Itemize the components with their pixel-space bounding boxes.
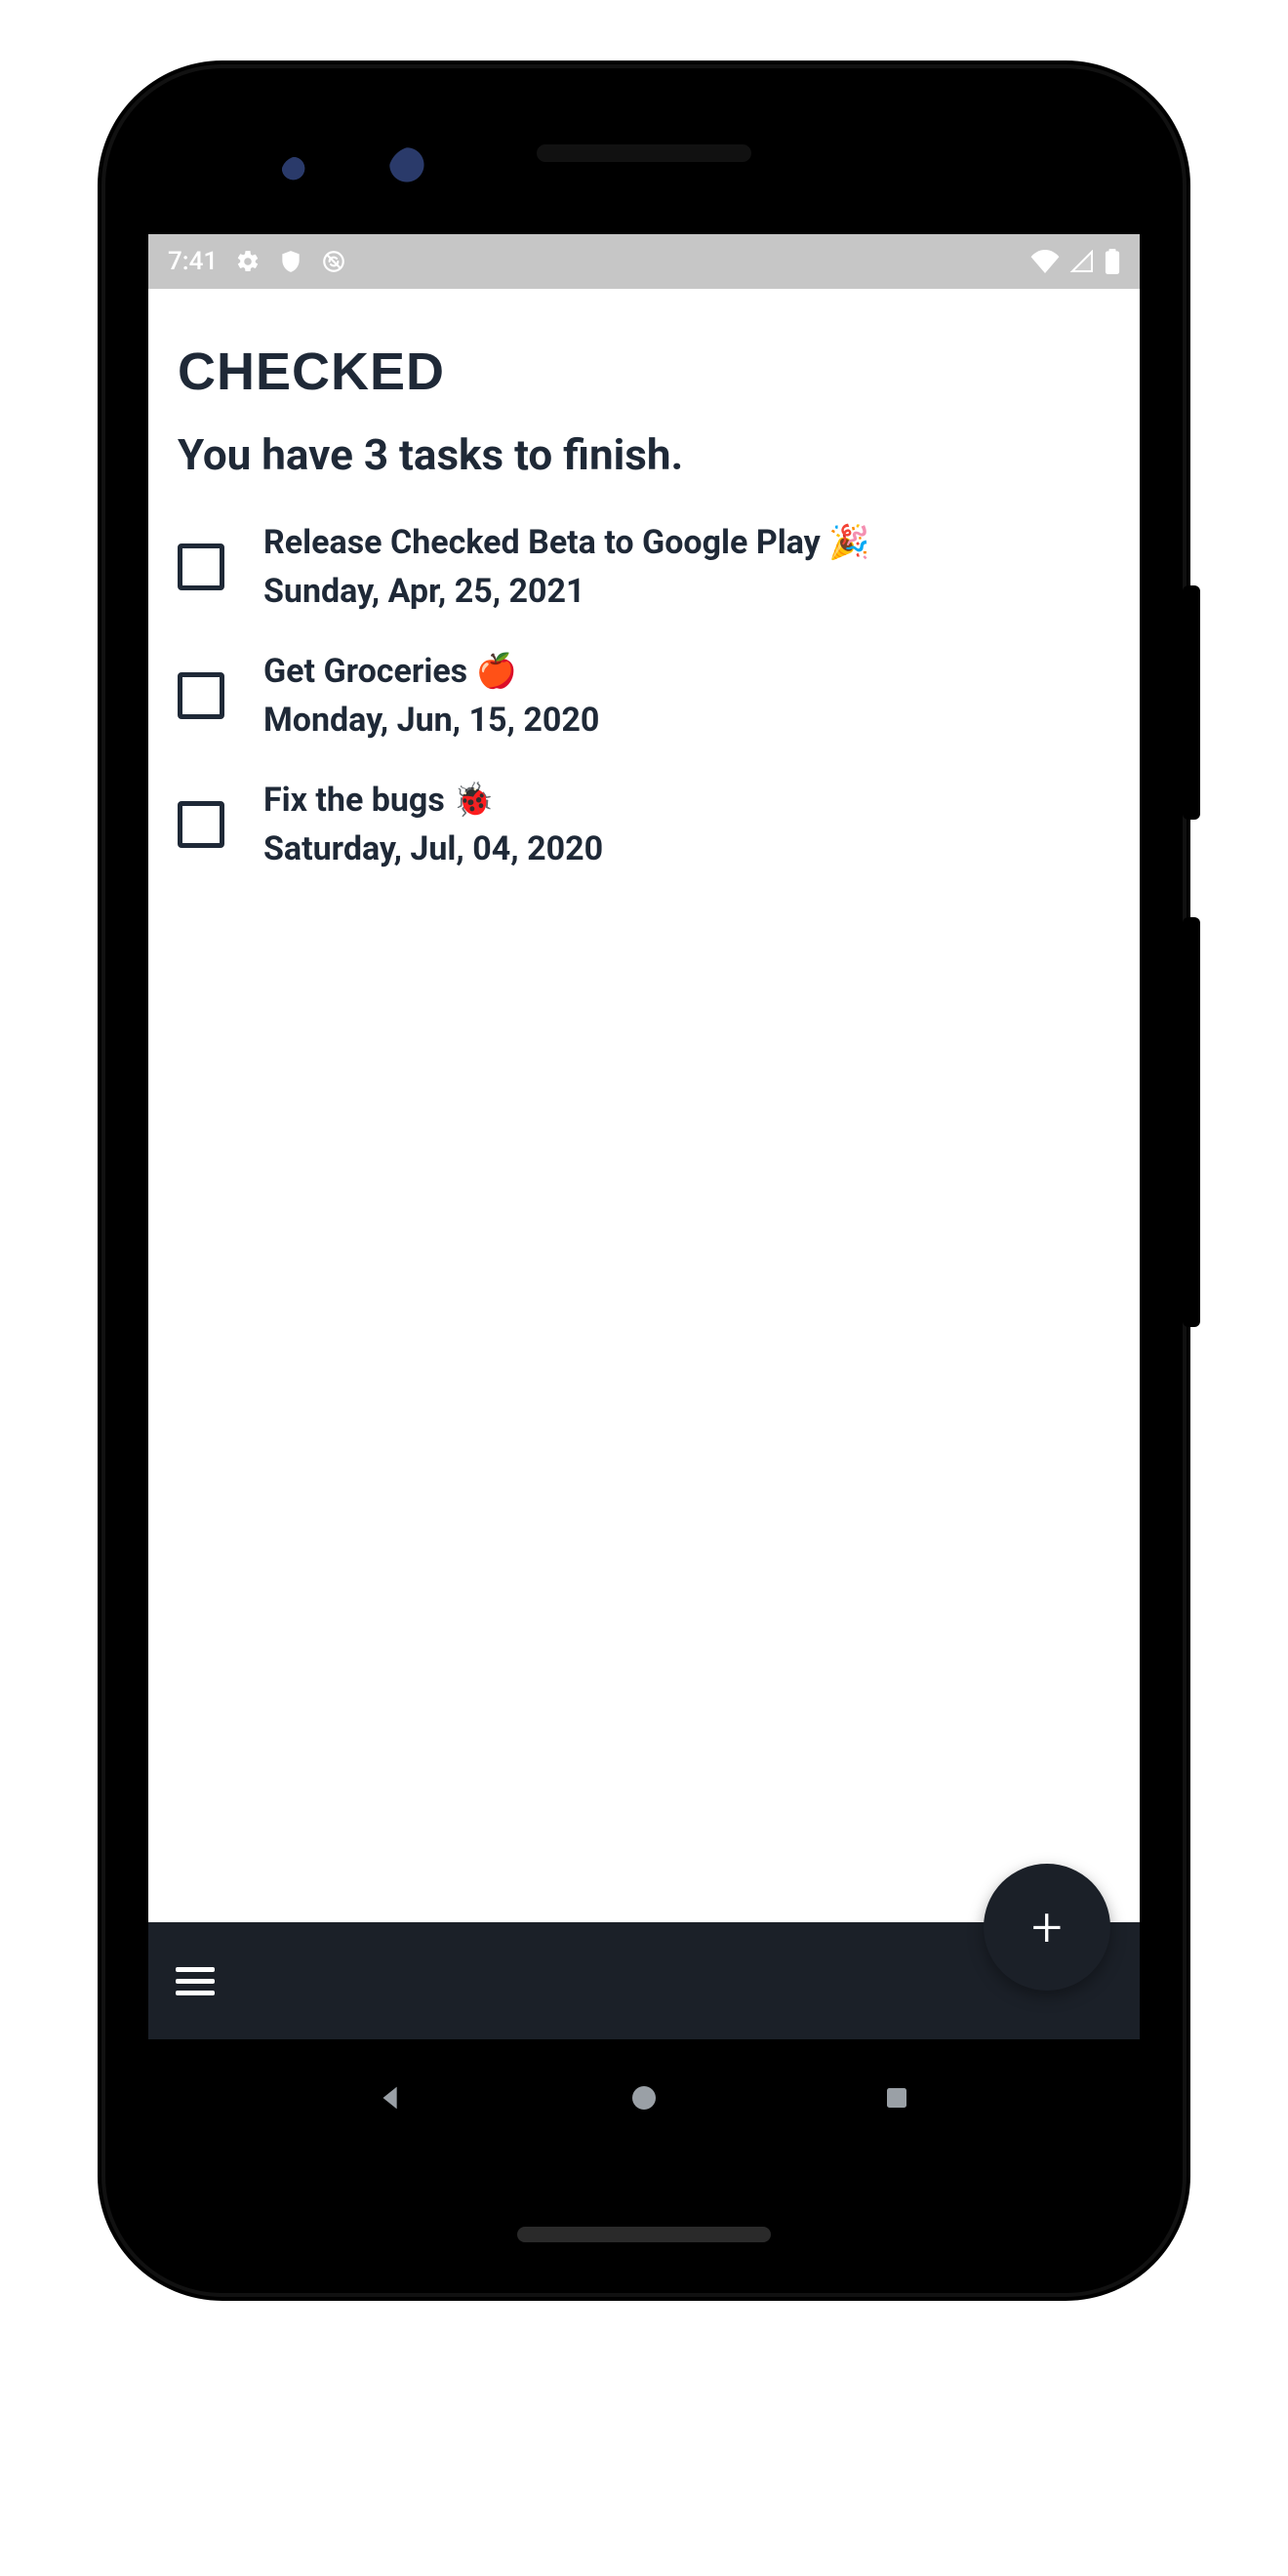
nav-back-button[interactable] [367, 2073, 416, 2122]
task-checkbox[interactable] [178, 543, 224, 590]
plus-icon: + [1031, 1895, 1063, 1959]
gear-icon [235, 249, 261, 274]
app-title: CHECKED [178, 342, 1110, 402]
android-nav-bar [148, 2039, 1140, 2156]
status-bar: 7:41 [148, 234, 1140, 289]
task-text: Release Checked Beta to Google Play 🎉 Sun… [263, 523, 870, 611]
task-row[interactable]: Release Checked Beta to Google Play 🎉 Sun… [178, 523, 1110, 611]
nav-home-button[interactable] [620, 2073, 668, 2122]
phone-camera-1 [281, 156, 316, 191]
phone-power-button [1183, 585, 1200, 820]
task-title: Fix the bugs 🐞 [263, 781, 603, 820]
statusbar-time: 7:41 [168, 247, 218, 276]
task-row[interactable]: Fix the bugs 🐞 Saturday, Jul, 04, 2020 [178, 781, 1110, 868]
task-title: Get Groceries 🍎 [263, 652, 599, 691]
task-date: Sunday, Apr, 25, 2021 [263, 572, 870, 611]
phone-volume-button [1183, 917, 1200, 1327]
task-title: Release Checked Beta to Google Play 🎉 [263, 523, 870, 562]
task-text: Get Groceries 🍎 Monday, Jun, 15, 2020 [263, 652, 599, 740]
task-date: Saturday, Jul, 04, 2020 [263, 829, 603, 868]
task-checkbox[interactable] [178, 672, 224, 719]
device-screen: 7:41 [148, 234, 1140, 2156]
menu-icon[interactable] [176, 1967, 215, 1995]
battery-icon [1105, 249, 1120, 274]
task-list: Release Checked Beta to Google Play 🎉 Sun… [178, 523, 1110, 868]
phone-camera-2 [388, 146, 441, 199]
cell-signal-icon [1069, 250, 1095, 273]
phone-frame: 7:41 [105, 68, 1183, 2293]
phone-speaker-bottom [517, 2227, 771, 2242]
tasks-remaining-subtitle: You have 3 tasks to finish. [178, 429, 1110, 480]
task-row[interactable]: Get Groceries 🍎 Monday, Jun, 15, 2020 [178, 652, 1110, 740]
phone-speaker-top [537, 144, 751, 162]
bottom-app-bar: + [148, 1922, 1140, 2039]
task-text: Fix the bugs 🐞 Saturday, Jul, 04, 2020 [263, 781, 603, 868]
shield-icon [278, 249, 303, 274]
add-task-fab[interactable]: + [984, 1864, 1110, 1991]
wifi-icon [1030, 250, 1060, 273]
no-sync-icon [321, 249, 346, 274]
task-checkbox[interactable] [178, 801, 224, 848]
task-date: Monday, Jun, 15, 2020 [263, 701, 599, 740]
app-root: CHECKED You have 3 tasks to finish. Rele… [148, 289, 1140, 2039]
nav-recents-button[interactable] [872, 2073, 921, 2122]
